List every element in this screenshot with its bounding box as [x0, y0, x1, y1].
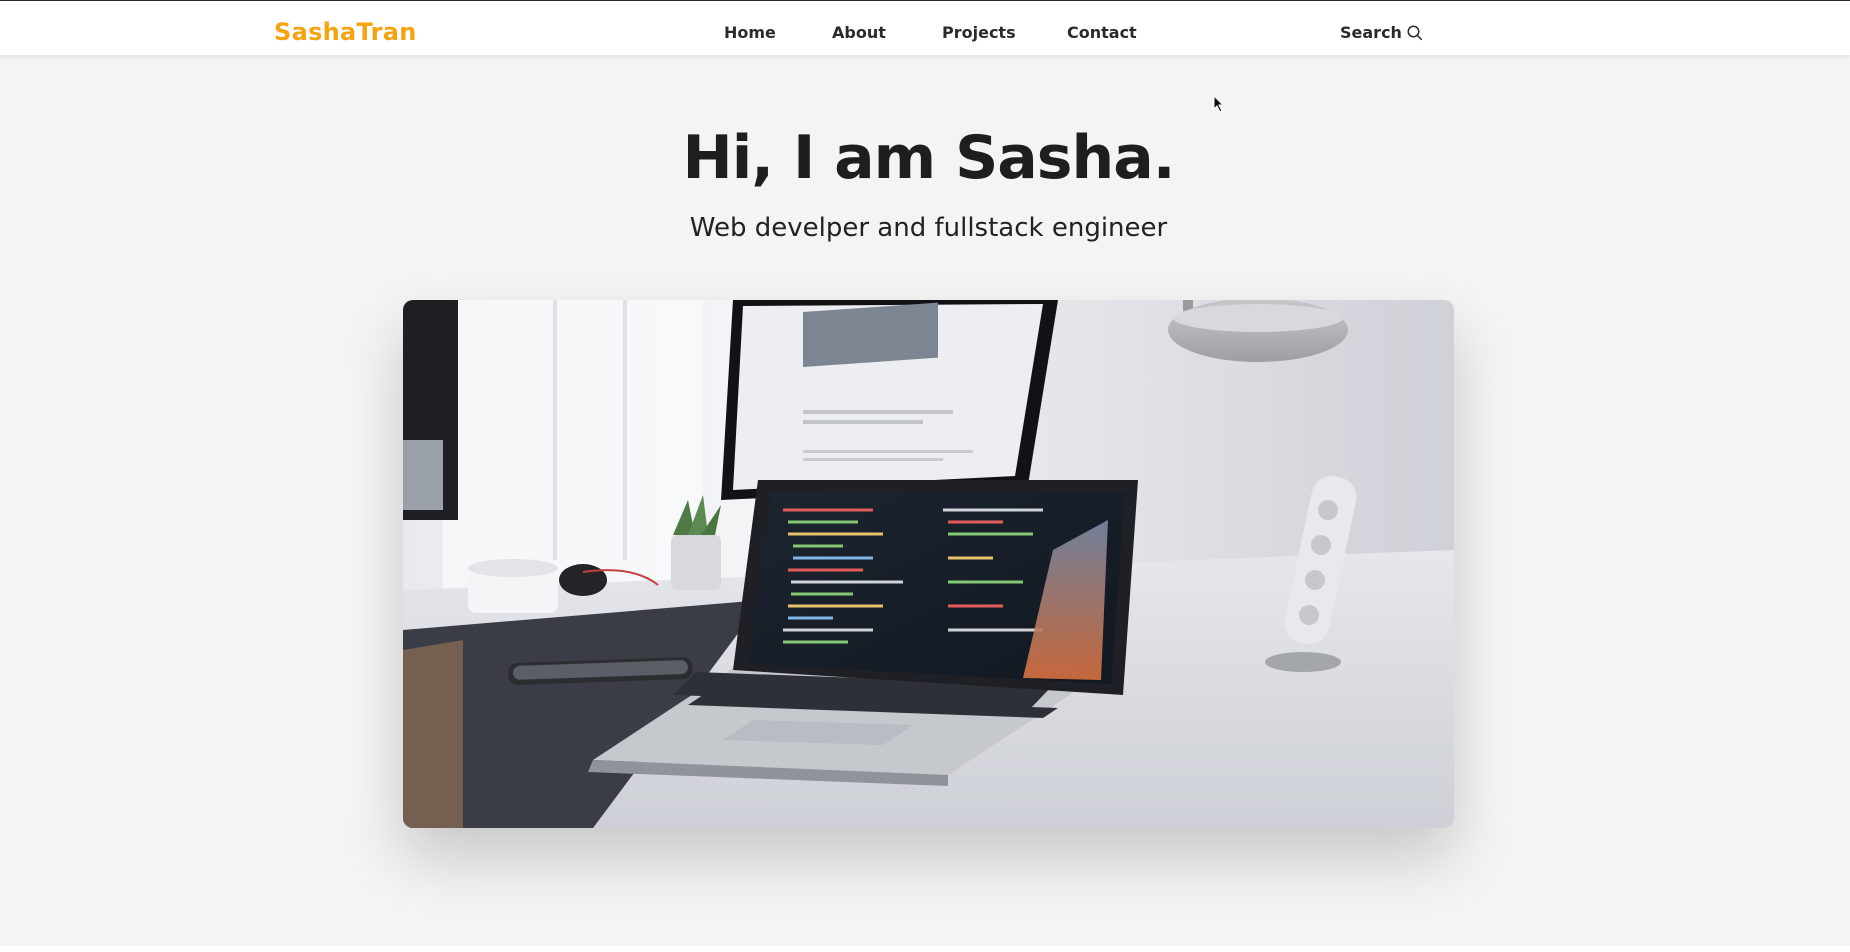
- search-icon: [1407, 25, 1423, 40]
- top-navbar: SashaTran Home About Projects Contact Se…: [0, 0, 1850, 55]
- nav-item-about[interactable]: About: [832, 23, 886, 42]
- desk-laptop-photo: [403, 300, 1454, 828]
- nav-item-home[interactable]: Home: [724, 23, 776, 42]
- search-label: Search: [1340, 23, 1402, 42]
- nav-item-projects[interactable]: Projects: [942, 23, 1016, 42]
- hero-subtitle: Web develper and fullstack engineer: [689, 213, 1168, 243]
- hero-title: Hi, I am Sasha.: [682, 123, 1176, 193]
- search-button[interactable]: Search: [1340, 23, 1424, 42]
- page-bottom-divider: [0, 946, 1850, 952]
- brand-logo[interactable]: SashaTran: [274, 18, 417, 46]
- mouse-cursor-icon: [1213, 95, 1225, 113]
- nav-item-contact[interactable]: Contact: [1067, 23, 1137, 42]
- hero-image: [403, 300, 1454, 828]
